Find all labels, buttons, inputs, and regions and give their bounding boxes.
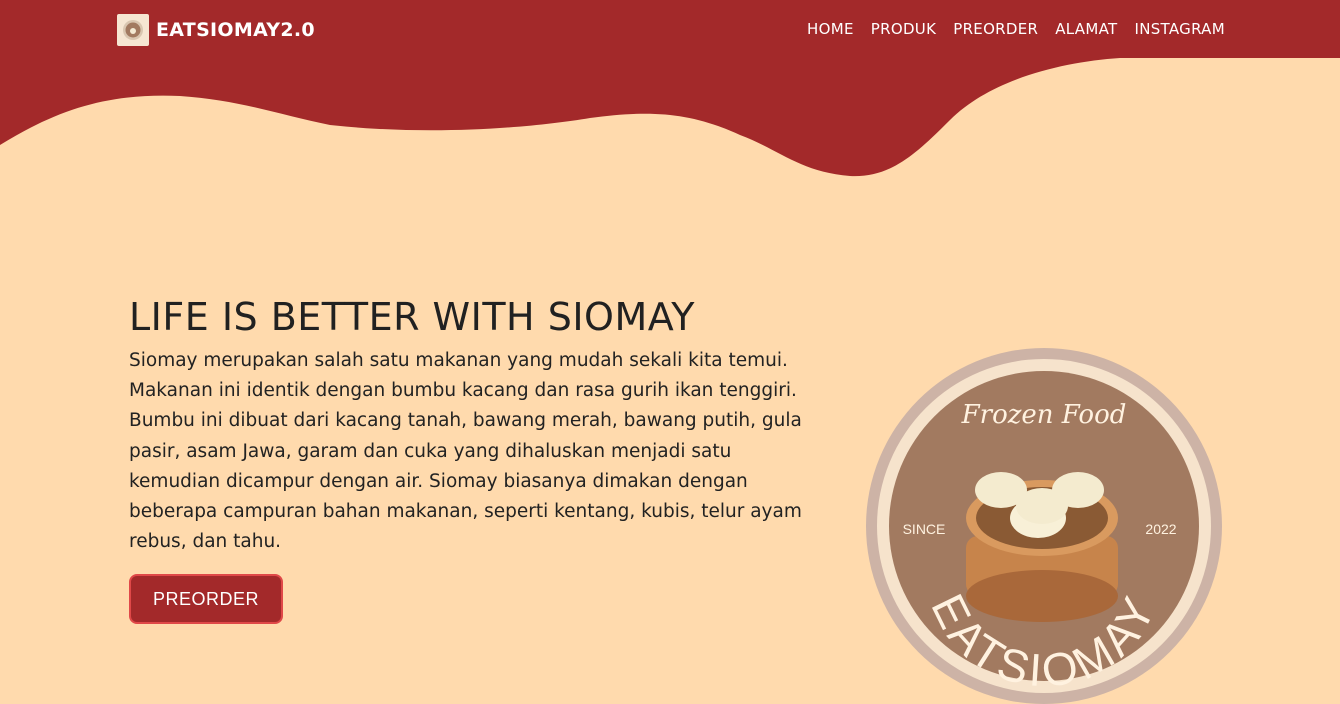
badge-script-text: Frozen Food: [961, 400, 1127, 430]
nav-produk[interactable]: PRODUK: [871, 20, 936, 38]
steamer-basket-icon: [966, 472, 1118, 622]
hero-title: LIFE IS BETTER WITH SIOMAY: [129, 295, 695, 339]
hero-section: LIFE IS BETTER WITH SIOMAY Siomay merupa…: [129, 296, 819, 557]
brand[interactable]: EATSIOMAY2.0: [117, 14, 315, 46]
nav-alamat[interactable]: ALAMAT: [1055, 20, 1117, 38]
hero-description: Siomay merupakan salah satu makanan yang…: [129, 350, 802, 553]
badge-since-label: SINCE: [903, 521, 946, 537]
siomay-logo-icon: [117, 14, 149, 46]
nav-links: HOME PRODUK PREORDER ALAMAT INSTAGRAM: [807, 20, 1225, 38]
brand-name: EATSIOMAY2.0: [156, 19, 315, 41]
navbar: EATSIOMAY2.0 HOME PRODUK PREORDER ALAMAT…: [0, 0, 1340, 60]
preorder-button[interactable]: PREORDER: [129, 574, 283, 624]
eatsiomay-badge: Frozen Food SINCE 2022 EATSIOMAY: [866, 348, 1222, 704]
nav-preorder[interactable]: PREORDER: [953, 20, 1038, 38]
nav-instagram[interactable]: INSTAGRAM: [1134, 20, 1225, 38]
nav-home[interactable]: HOME: [807, 20, 854, 38]
badge-year: 2022: [1145, 521, 1176, 537]
